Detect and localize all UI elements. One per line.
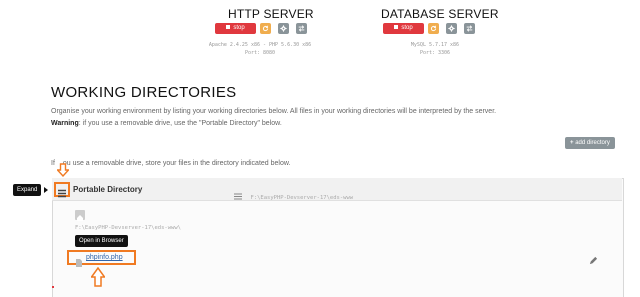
http-restart-button[interactable] — [260, 23, 271, 34]
removable-drive-note: If ou use a removable drive, store your … — [51, 160, 290, 167]
switch-icon — [466, 25, 473, 32]
database-settings-button[interactable] — [446, 23, 457, 34]
http-server-info: Apache 2.4.25 x86 - PHP 5.6.30 x86 Port:… — [180, 41, 340, 57]
portable-directory-path: F:\EasyPHP-Devserver-17\eds-www — [250, 195, 354, 201]
file-link-phpinfo[interactable]: phpinfo.php — [86, 254, 123, 261]
removable-note-text: ou use a removable drive, store your fil… — [62, 160, 291, 167]
menu-icon — [58, 189, 66, 198]
red-dot — [52, 286, 54, 288]
up-arrow-annotation — [90, 266, 106, 292]
switch-icon — [298, 25, 305, 32]
http-switch-button[interactable] — [296, 23, 307, 34]
database-server-port: Port: 3306 — [419, 50, 451, 56]
database-stop-label: stop — [401, 25, 413, 31]
stop-icon — [226, 25, 231, 29]
edit-button[interactable] — [589, 252, 598, 270]
http-server-port: Port: 8080 — [244, 50, 276, 56]
warning-label: Warning — [51, 120, 79, 127]
home-icon — [77, 215, 83, 221]
warning-text: : if you use a removable drive, use the … — [78, 120, 282, 127]
working-directories-title: WORKING DIRECTORIES — [51, 84, 237, 101]
database-server-title: DATABASE SERVER — [381, 7, 499, 21]
http-settings-button[interactable] — [278, 23, 289, 34]
portable-directory-title: Portable Directory — [73, 185, 143, 194]
home-button[interactable] — [75, 210, 85, 221]
http-stop-button[interactable]: stop — [215, 23, 256, 34]
database-stop-button[interactable]: stop — [383, 23, 424, 34]
add-directory-label: add directory — [575, 140, 610, 146]
expand-button[interactable] — [57, 185, 67, 198]
portable-path-row: F:\EasyPHP-Devserver-17\eds-www — [234, 186, 353, 204]
http-stop-label: stop — [233, 25, 245, 31]
plus-icon: + — [570, 140, 574, 146]
http-server-title: HTTP SERVER — [228, 7, 314, 21]
gear-icon — [448, 25, 455, 32]
refresh-icon — [262, 25, 269, 32]
current-directory-path: F:\EasyPHP-Devserver-17\eds-www\ — [75, 225, 181, 231]
http-server-version: Apache 2.4.25 x86 - PHP 5.6.30 x86 — [208, 42, 312, 48]
tooltip-pointer — [44, 187, 48, 193]
down-arrow-annotation — [55, 163, 71, 182]
database-restart-button[interactable] — [428, 23, 439, 34]
database-server-version: MySQL 5.7.17 x86 — [410, 42, 460, 48]
working-directories-warning: Warning: if you use a removable drive, u… — [51, 120, 631, 127]
database-server-info: MySQL 5.7.17 x86 Port: 3306 — [360, 41, 510, 57]
pencil-icon — [589, 256, 598, 265]
database-switch-button[interactable] — [464, 23, 475, 34]
working-directories-description: Organise your working environment by lis… — [51, 108, 497, 115]
stop-icon — [394, 25, 399, 29]
refresh-icon — [430, 25, 437, 32]
list-icon — [234, 193, 242, 200]
add-directory-button[interactable]: + add directory — [565, 137, 615, 149]
removable-note-prefix: If — [51, 160, 57, 167]
file-icon — [76, 254, 82, 272]
gear-icon — [280, 25, 287, 32]
expand-tooltip: Expand — [13, 184, 42, 196]
open-in-browser-tooltip: Open in Browser — [75, 235, 128, 247]
